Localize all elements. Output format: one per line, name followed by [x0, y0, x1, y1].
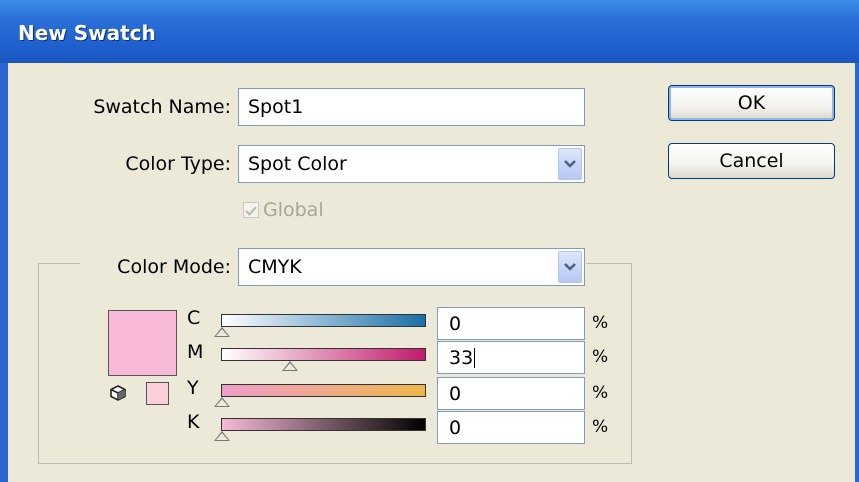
- channel-m-label: M: [187, 341, 204, 363]
- dialog-title: New Swatch: [18, 21, 156, 45]
- swatch-name-value: Spot1: [248, 96, 304, 118]
- text-cursor: [474, 347, 476, 368]
- channel-c-slider-thumb[interactable]: [214, 327, 230, 337]
- global-checkbox[interactable]: [243, 202, 259, 218]
- channel-c-percent-sign: %: [592, 313, 609, 333]
- channel-m-percent-sign: %: [592, 347, 609, 367]
- channel-m-value: 33: [449, 346, 474, 369]
- channel-c-slider[interactable]: [221, 314, 426, 327]
- channel-m-input[interactable]: 33: [437, 341, 585, 374]
- title-bar[interactable]: New Swatch: [0, 0, 859, 63]
- channel-k-input[interactable]: 0: [437, 411, 585, 444]
- channel-c-label: C: [187, 307, 201, 329]
- cancel-button-label: Cancel: [719, 150, 784, 172]
- channel-k-label: K: [187, 411, 200, 433]
- channel-k-slider[interactable]: [221, 418, 426, 431]
- out-of-gamut-cube-icon[interactable]: [109, 384, 127, 406]
- color-type-label: Color Type:: [125, 153, 231, 175]
- color-mode-value: CMYK: [248, 256, 302, 278]
- color-type-select[interactable]: Spot Color: [238, 145, 585, 183]
- cancel-button[interactable]: Cancel: [668, 143, 835, 179]
- window-frame-right: [855, 63, 859, 482]
- color-mode-select[interactable]: CMYK: [238, 248, 585, 286]
- color-preview-swatch: [108, 310, 177, 376]
- channel-c-value: 0: [449, 312, 462, 335]
- chevron-down-icon[interactable]: [558, 251, 582, 283]
- channel-y-slider[interactable]: [221, 384, 426, 397]
- channel-y-input[interactable]: 0: [437, 377, 585, 410]
- ok-button-label: OK: [737, 92, 766, 114]
- channel-y-label: Y: [187, 377, 199, 399]
- channel-k-percent-sign: %: [592, 417, 609, 437]
- channel-k-slider-thumb[interactable]: [214, 431, 230, 441]
- global-label: Global: [263, 199, 324, 221]
- channel-y-percent-sign: %: [592, 383, 609, 403]
- chevron-down-icon[interactable]: [558, 148, 582, 180]
- color-type-value: Spot Color: [248, 153, 347, 175]
- swatch-name-input[interactable]: Spot1: [238, 88, 585, 126]
- channel-y-value: 0: [449, 382, 462, 405]
- channel-m-slider-thumb[interactable]: [281, 361, 298, 371]
- swatch-name-label: Swatch Name:: [93, 96, 231, 118]
- checkmark-icon: [245, 206, 257, 216]
- channel-m-slider[interactable]: [221, 348, 426, 361]
- channel-c-input[interactable]: 0: [437, 307, 585, 340]
- color-mode-label: Color Mode:: [117, 256, 231, 278]
- channel-k-value: 0: [449, 416, 462, 439]
- channel-y-slider-thumb[interactable]: [214, 397, 230, 407]
- window-frame-left: [0, 63, 8, 482]
- ok-button[interactable]: OK: [668, 85, 835, 121]
- web-safe-swatch[interactable]: [146, 382, 169, 405]
